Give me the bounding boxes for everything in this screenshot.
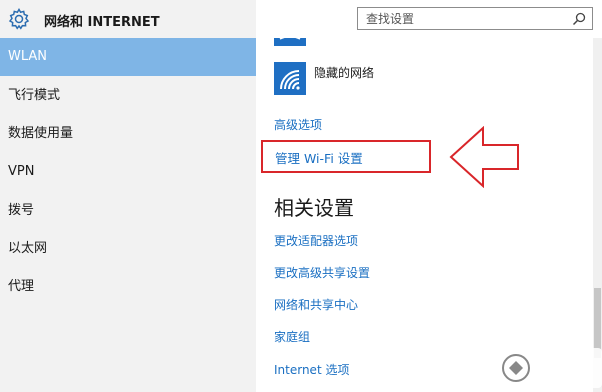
search-input[interactable] [366,11,556,27]
manage-wifi-settings-link[interactable]: 管理 Wi-Fi 设置 [275,148,363,167]
wifi-icon [279,38,301,40]
sidebar-item-vpn[interactable]: VPN [0,153,256,191]
watermark-logo [498,348,602,388]
wifi-network-tile-partial[interactable] [274,38,306,46]
app-header: 网络和 INTERNET [0,0,256,38]
sidebar: 网络和 INTERNET WLAN 飞行模式 数据使用量 VPN 拨号 以太网 … [0,0,256,392]
homegroup-link[interactable]: 家庭组 [274,328,310,345]
sidebar-item-wlan[interactable]: WLAN [0,38,256,76]
scrollbar[interactable] [593,38,602,392]
internet-options-link[interactable]: Internet 选项 [274,361,349,378]
wifi-network-tile[interactable] [274,62,306,95]
search-icon[interactable] [572,12,586,26]
network-name[interactable]: 隐藏的网络 [314,64,374,81]
app-title: 网络和 INTERNET [44,15,160,30]
advanced-options-link[interactable]: 高级选项 [274,116,322,133]
network-sharing-center-link[interactable]: 网络和共享中心 [274,296,358,313]
watermark-logo-icon [502,354,530,382]
advanced-sharing-settings-link[interactable]: 更改高级共享设置 [274,264,370,281]
gear-icon [8,8,30,30]
change-adapter-options-link[interactable]: 更改适配器选项 [274,232,358,249]
sidebar-item-airplane-mode[interactable]: 飞行模式 [0,77,256,115]
sidebar-item-proxy[interactable]: 代理 [0,268,256,306]
search-box[interactable] [357,7,593,30]
sidebar-item-ethernet[interactable]: 以太网 [0,230,256,268]
sidebar-item-dial-up[interactable]: 拨号 [0,192,256,230]
related-settings-title: 相关设置 [274,196,354,220]
wifi-icon [280,70,300,90]
sidebar-item-data-usage[interactable]: 数据使用量 [0,115,256,153]
left-arrow-icon [449,126,519,188]
